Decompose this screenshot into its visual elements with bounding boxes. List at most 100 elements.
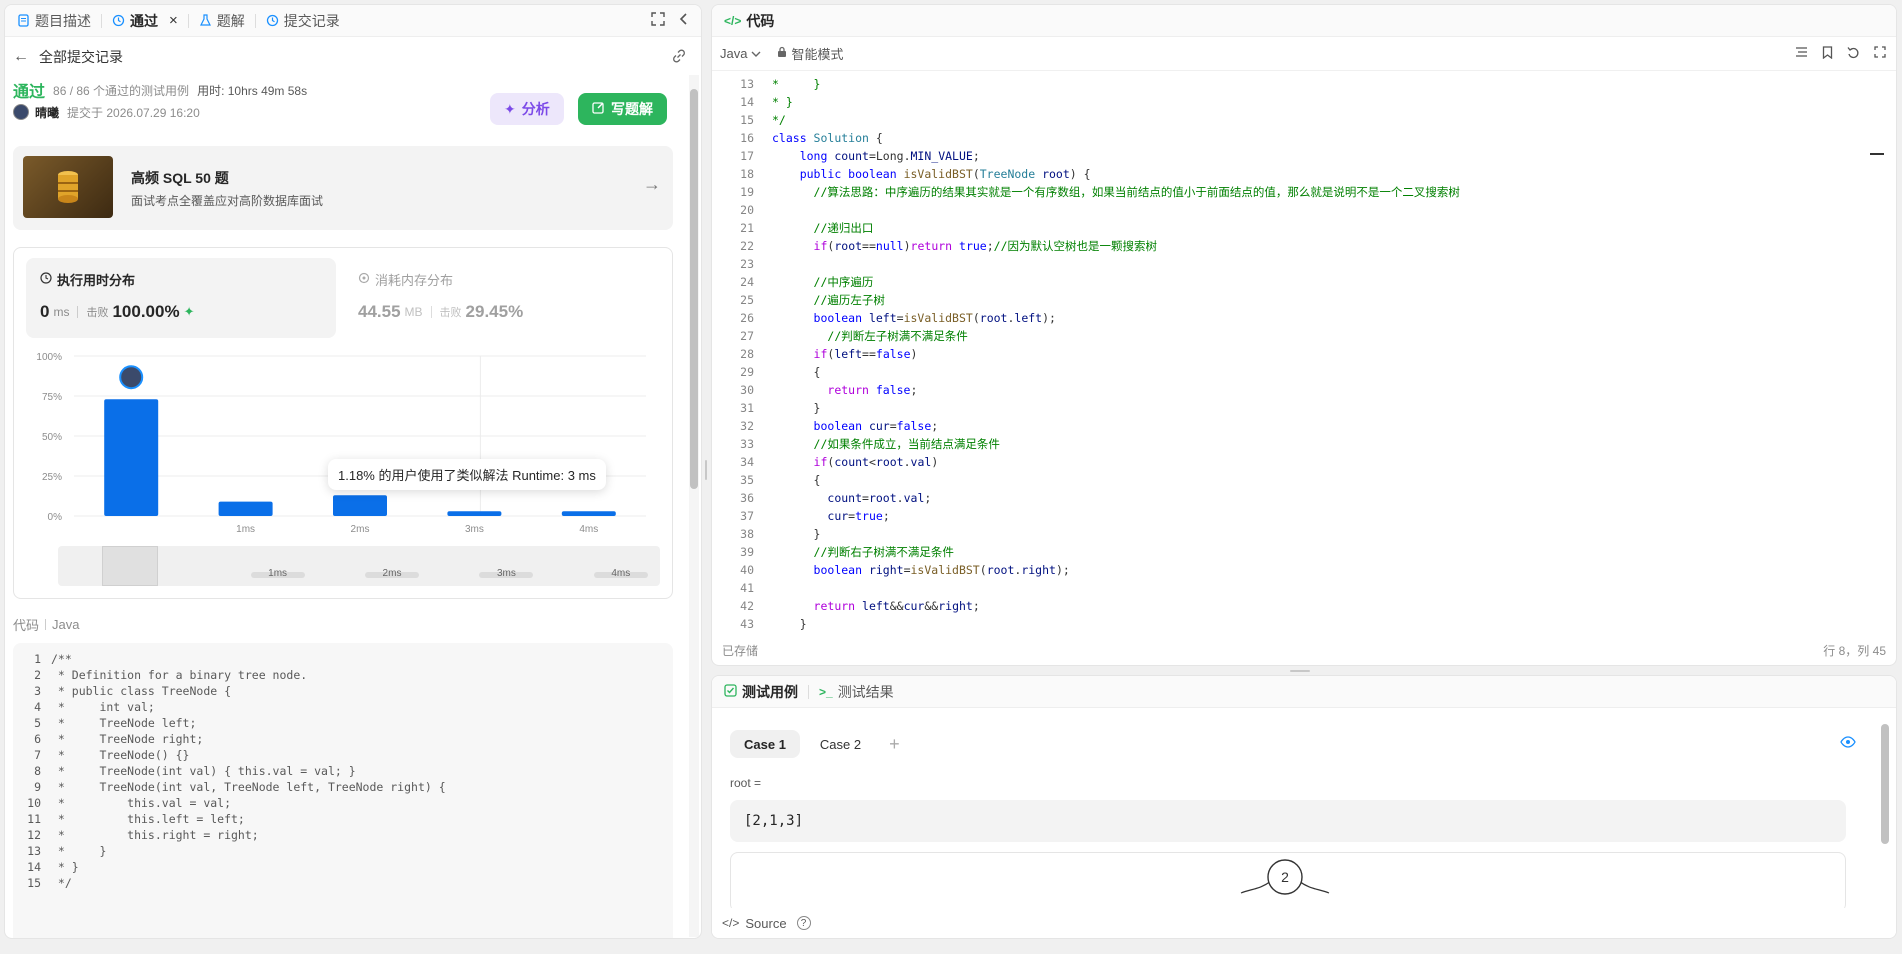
- back-link[interactable]: 全部提交记录: [39, 47, 123, 67]
- source-button[interactable]: Source: [745, 916, 786, 931]
- y-tick-label: 25%: [42, 472, 62, 483]
- time-used: 用时: 10hrs 49m 58s: [197, 83, 308, 98]
- code-line: 3 * public class TreeNode {: [34, 684, 232, 698]
- test-scrollbar-thumb[interactable]: [1881, 724, 1889, 844]
- y-tick-label: 75%: [42, 392, 62, 403]
- test-scrollbar[interactable]: [1880, 720, 1890, 910]
- analyze-button[interactable]: ✦ 分析: [490, 93, 564, 125]
- promo-image: [23, 156, 113, 218]
- code-language: Java: [52, 617, 80, 632]
- tab-divider: [808, 684, 809, 699]
- case-tab-2[interactable]: Case 2: [806, 730, 875, 758]
- code-icon: </>: [722, 916, 740, 930]
- input-root-field[interactable]: [2,1,3]: [730, 800, 1846, 842]
- write-solution-button[interactable]: 写题解: [578, 93, 667, 125]
- format-icon[interactable]: [1795, 46, 1808, 61]
- runtime-box[interactable]: 执行用时分布 0 ms 击败 100.00% ✦: [26, 258, 336, 338]
- runtime-value: 0: [40, 302, 50, 321]
- tab-code[interactable]: </> 代码: [718, 5, 780, 37]
- editor-line: 32 boolean cur=false;: [740, 419, 939, 433]
- editor-line: 18 public boolean isValidBST(TreeNode ro…: [740, 167, 1091, 181]
- performance-card: 执行用时分布 0 ms 击败 100.00% ✦ 消耗内存分布 44.55 MB…: [13, 247, 673, 599]
- collapse-icon[interactable]: [679, 12, 689, 29]
- code-header: 代码 Java: [13, 615, 79, 634]
- left-tabbar: 题目描述 通过 × 题解 提交记录: [5, 5, 701, 37]
- language-select[interactable]: Java: [720, 46, 747, 61]
- overview-tick: 1ms: [250, 569, 305, 579]
- code-line: 9 * TreeNode(int val, TreeNode left, Tre…: [34, 780, 446, 794]
- runtime-beats: 100.00%: [112, 302, 180, 321]
- chevron-down-icon[interactable]: [751, 46, 761, 61]
- code-line: 10 * this.val = val;: [27, 796, 232, 810]
- chart-overview[interactable]: 1ms 2ms 3ms 4ms: [58, 546, 660, 586]
- overview-tick: 3ms: [479, 569, 534, 579]
- tab-description[interactable]: 题目描述: [11, 5, 97, 37]
- editor-line: 34 if(count<root.val): [740, 455, 939, 469]
- memory-label: 消耗内存分布: [375, 273, 454, 288]
- tab-testcase[interactable]: 测试用例: [718, 676, 804, 708]
- edit-icon: [592, 101, 605, 117]
- editor-line: 16 class Solution {: [740, 131, 883, 145]
- submission-panel: 题目描述 通过 × 题解 提交记录 ← 全部提交记录 通过 86 / 86 个通…: [4, 4, 702, 939]
- checkbox-icon: [724, 683, 737, 700]
- memory-beats-label: 击败: [439, 307, 462, 319]
- tree-graph: 2: [1240, 859, 1330, 895]
- tab-description-label: 题目描述: [35, 12, 91, 29]
- tab-submissions[interactable]: 提交记录: [260, 5, 346, 37]
- maximize-icon[interactable]: [651, 12, 665, 29]
- code-line: 14 * }: [27, 860, 79, 874]
- help-icon[interactable]: ?: [796, 916, 811, 930]
- editor-line: 25 //遍历左子树: [740, 293, 885, 307]
- overview-selection[interactable]: [102, 546, 158, 586]
- left-scrollbar[interactable]: [689, 75, 699, 937]
- editor-line: 24 //中序遍历: [740, 275, 874, 289]
- memory-box[interactable]: 消耗内存分布 44.55 MB 击败 29.45%: [358, 258, 658, 338]
- x-tick-label: 1ms: [236, 524, 255, 535]
- bar: [447, 511, 502, 516]
- arrow-right-icon: →: [643, 174, 661, 194]
- back-arrow-icon[interactable]: ←: [13, 48, 29, 66]
- testcase-panel: 测试用例 >_ 测试结果 Case 1 Case 2 + root = [2,1…: [711, 675, 1897, 939]
- code-line: 11 * this.left = left;: [27, 812, 245, 826]
- eye-icon[interactable]: [1840, 736, 1856, 751]
- code-editor-panel: </> 代码 Java 智能模式 13 * } 14 * } 15 */ 16 class S…: [711, 4, 1897, 666]
- add-case-button[interactable]: +: [881, 730, 908, 758]
- editor-code-area[interactable]: 13 * } 14 * } 15 */ 16 class Solution {17 long …: [712, 75, 1872, 635]
- overview-tick: [136, 572, 190, 578]
- code-icon: </>: [724, 13, 742, 28]
- editor-line: 14 * }: [740, 95, 793, 109]
- left-scrollbar-thumb[interactable]: [690, 89, 698, 489]
- tab-accepted[interactable]: 通过 ×: [106, 5, 184, 37]
- author-name[interactable]: 晴曦: [35, 104, 59, 121]
- editor-line: 38 }: [740, 527, 821, 541]
- promo-card[interactable]: 高频 SQL 50 题 面试考点全覆盖应对高阶数据库面试 →: [13, 146, 673, 230]
- tab-divider: [101, 13, 102, 28]
- tab-submissions-label: 提交记录: [283, 12, 340, 29]
- close-icon[interactable]: ×: [169, 12, 178, 29]
- tab-solutions[interactable]: 题解: [193, 5, 251, 37]
- avatar[interactable]: [13, 104, 29, 120]
- vertical-splitter[interactable]: [705, 460, 707, 480]
- y-tick-label: 100%: [36, 352, 62, 363]
- chart-tooltip: 1.18% 的用户使用了类似解法 Runtime: 3 ms: [328, 459, 606, 490]
- reset-icon[interactable]: [1847, 46, 1860, 62]
- link-icon[interactable]: [671, 48, 687, 67]
- fullscreen-icon[interactable]: [1874, 46, 1886, 61]
- case-tab-1[interactable]: Case 1: [730, 730, 800, 758]
- terminal-icon: >_: [819, 684, 833, 699]
- tree-visualizer: 2: [730, 852, 1846, 912]
- smart-mode[interactable]: 智能模式: [791, 44, 843, 63]
- tab-test-result[interactable]: >_ 测试结果: [813, 676, 900, 708]
- tab-code-label: 代码: [746, 12, 775, 29]
- horizontal-splitter[interactable]: [1290, 670, 1310, 672]
- editor-line: 33 //如果条件成立，当前结点满足条件: [740, 437, 1000, 451]
- runtime-beats-label: 击败: [86, 307, 109, 319]
- minimap-cursor: [1870, 153, 1884, 155]
- tab-testcase-label: 测试用例: [742, 683, 798, 700]
- overview-tick: 4ms: [593, 569, 648, 579]
- bookmark-icon[interactable]: [1822, 45, 1833, 62]
- editor-line: 39 //判断右子树满不满足条件: [740, 545, 954, 559]
- code-line: 8 * TreeNode(int val) { this.val = val; …: [34, 764, 356, 778]
- input-label: root =: [730, 776, 762, 790]
- tab-solutions-label: 题解: [216, 12, 245, 29]
